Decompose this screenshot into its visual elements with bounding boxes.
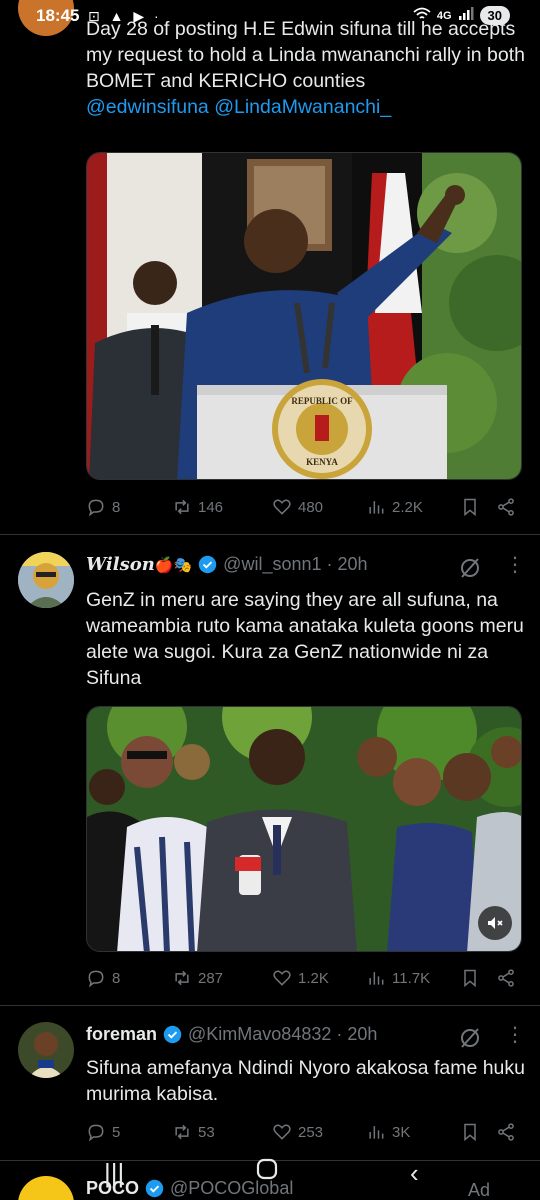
notification-icons: ⊡ ▲ ▶ ·	[88, 8, 162, 24]
repost-icon	[175, 499, 189, 515]
tweet-1-mentions[interactable]: @edwinsifuna @LindaMwananchi_	[86, 96, 391, 118]
bookmark-icon	[464, 969, 476, 988]
repost-button[interactable]: 146	[172, 497, 272, 517]
foreman-avatar[interactable]	[18, 1022, 74, 1078]
status-right: 4G 30	[413, 6, 510, 25]
share-icon	[498, 969, 514, 987]
reply-icon	[88, 499, 104, 517]
author-handle[interactable]: @wil_sonn1 · 20h	[223, 554, 367, 575]
views-icon	[369, 1126, 384, 1139]
author-handle[interactable]: @KimMavo84832 · 20h	[188, 1024, 377, 1045]
tweet-2-actions: 8 287 1.2K 11.7K	[86, 965, 522, 991]
signal-icon	[458, 7, 474, 24]
like-button[interactable]: 253	[272, 1122, 366, 1142]
wilson-avatar[interactable]	[18, 552, 74, 608]
share-button[interactable]	[496, 497, 516, 517]
like-count: 480	[298, 498, 324, 516]
views-button[interactable]: 3K	[366, 1122, 460, 1142]
tweet-divider	[0, 1005, 540, 1006]
reply-button[interactable]: 8	[86, 497, 172, 517]
wifi-icon	[413, 7, 431, 24]
reply-icon	[88, 1124, 104, 1142]
author-name[interactable]: foreman	[86, 1024, 157, 1045]
repost-count: 53	[198, 1123, 215, 1141]
tweet-2-header: Wilson🍎🎭 @wil_sonn1 · 20h	[86, 554, 368, 575]
repost-count: 287	[198, 969, 224, 987]
tweet-3-header: foreman @KimMavo84832 · 20h	[86, 1024, 377, 1045]
more-options-icon[interactable]: ⋮	[505, 1022, 525, 1047]
share-button[interactable]	[496, 1122, 516, 1142]
reply-icon	[88, 970, 104, 988]
mute-icon[interactable]	[485, 913, 505, 933]
reply-button[interactable]: 5	[86, 1122, 172, 1142]
views-count: 2.2K	[392, 498, 423, 516]
tweet-2-text: GenZ in meru are saying they are all suf…	[86, 589, 524, 689]
tweet-3-actions: 5 53 253 3K	[86, 1119, 522, 1145]
grok-icon[interactable]	[458, 556, 482, 580]
repost-button[interactable]: 287	[172, 968, 272, 988]
views-icon	[369, 501, 384, 514]
seal-bottom-text: KENYA	[306, 457, 338, 467]
views-count: 11.7K	[392, 969, 431, 987]
seal-top-text: REPUBLIC OF	[291, 396, 353, 406]
author-name[interactable]: Wilson🍎🎭	[86, 554, 192, 575]
grok-icon[interactable]	[458, 1026, 482, 1050]
share-icon	[498, 498, 514, 516]
heart-icon	[273, 970, 291, 986]
repost-button[interactable]: 53	[172, 1122, 272, 1142]
verified-badge-icon	[198, 555, 217, 574]
repost-icon	[175, 970, 189, 986]
repost-icon	[175, 1124, 189, 1140]
status-time: 18:45	[36, 6, 80, 25]
tweet-2-video[interactable]	[86, 706, 522, 952]
android-nav-bar: ||| ‹	[0, 1150, 540, 1200]
reply-count: 8	[112, 969, 121, 987]
bookmark-button[interactable]	[460, 1122, 496, 1142]
heart-icon	[273, 1124, 291, 1140]
status-bar: 18:45 ⊡ ▲ ▶ · 4G 30	[0, 0, 540, 36]
home-icon[interactable]	[256, 1156, 278, 1187]
verified-badge-icon	[163, 1025, 182, 1044]
bookmark-icon	[464, 1123, 476, 1142]
like-button[interactable]: 480	[272, 497, 366, 517]
network-label: 4G	[436, 9, 452, 22]
views-button[interactable]: 2.2K	[366, 497, 460, 517]
reply-count: 8	[112, 498, 121, 516]
like-count: 1.2K	[298, 969, 329, 987]
tweet-1-actions: 8 146 480 2.2K	[86, 494, 522, 520]
share-icon	[498, 1123, 514, 1141]
views-icon	[369, 972, 384, 985]
battery-indicator: 30	[479, 6, 510, 25]
heart-icon	[273, 499, 291, 515]
views-count: 3K	[392, 1123, 411, 1141]
back-icon[interactable]: ‹	[410, 1158, 419, 1189]
share-button[interactable]	[496, 968, 516, 988]
bookmark-icon	[464, 498, 476, 517]
name-emoji: 🍎🎭	[154, 556, 193, 574]
repost-count: 146	[198, 498, 224, 516]
tweet-divider	[0, 534, 540, 535]
like-count: 253	[298, 1123, 324, 1141]
like-button[interactable]: 1.2K	[272, 968, 366, 988]
bookmark-button[interactable]	[460, 497, 496, 517]
more-options-icon[interactable]: ⋮	[505, 552, 525, 577]
recent-apps-icon[interactable]: |||	[104, 1158, 124, 1189]
reply-count: 5	[112, 1123, 121, 1141]
reply-button[interactable]: 8	[86, 968, 172, 988]
bookmark-button[interactable]	[460, 968, 496, 988]
tweet-3-text: Sifuna amefanya Ndindi Nyoro akakosa fam…	[86, 1057, 525, 1105]
views-button[interactable]: 11.7K	[366, 968, 460, 988]
tweet-1-image[interactable]: REPUBLIC OF KENYA	[86, 152, 522, 480]
